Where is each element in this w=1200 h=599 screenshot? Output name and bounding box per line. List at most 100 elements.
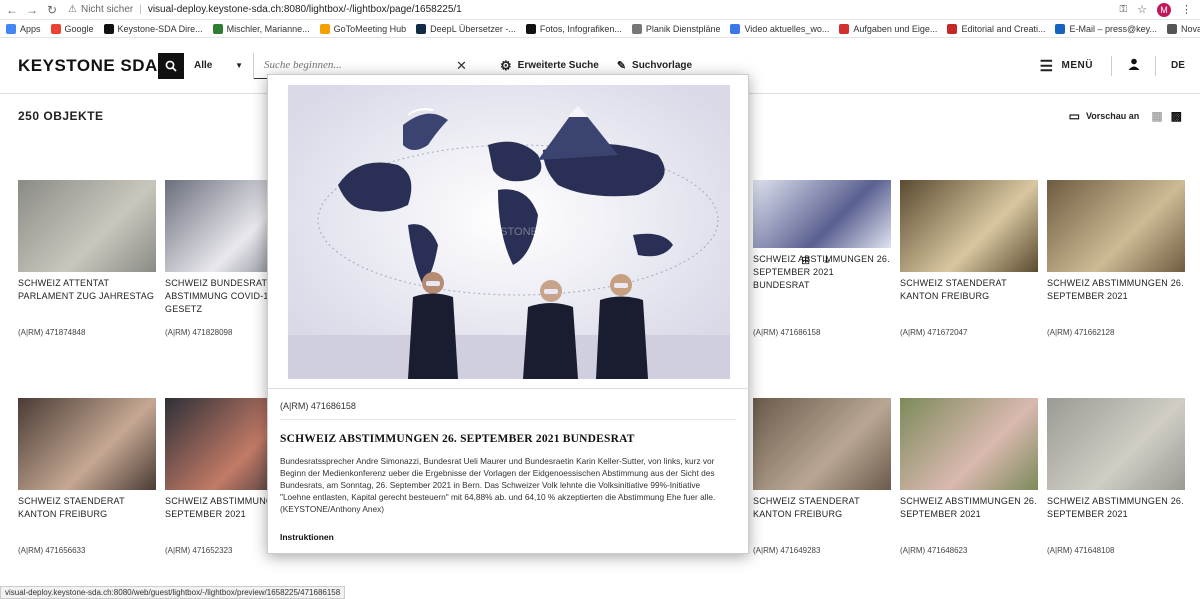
bookmark-item[interactable]: Video aktuelles_wo... xyxy=(730,23,830,34)
preview-image[interactable]: KEYSTONE xyxy=(288,85,730,379)
tile-title[interactable]: SCHWEIZ ABSTIMMUNGEN 26. SEPTEMBER 2021 xyxy=(1047,495,1185,535)
search-template-label: Suchvorlage xyxy=(632,60,693,71)
profile-avatar[interactable]: M xyxy=(1157,2,1171,17)
bookmark-icon xyxy=(1055,23,1066,34)
hamburger-icon: ☰ xyxy=(1039,57,1054,75)
bookmark-item[interactable]: Google xyxy=(50,23,94,34)
bookmark-label: DeepL Übersetzer -... xyxy=(430,23,516,34)
preview-toggle[interactable]: ▭ Vorschau an ▦ ▩ xyxy=(1069,109,1182,123)
download-icon[interactable]: ⤓ xyxy=(824,254,829,267)
bookmark-label: Mischler, Marianne... xyxy=(226,23,310,34)
grid-view-icon[interactable]: ▩ xyxy=(1171,109,1182,123)
thumbnail-image[interactable] xyxy=(18,398,156,490)
thumbnail-image[interactable] xyxy=(753,180,891,248)
image-tile[interactable]: SCHWEIZ ABSTIMMUNGEN 26. SEPTEMBER 2021 (… xyxy=(900,398,1038,555)
results-count: 250 OBJEKTE xyxy=(18,109,104,123)
tile-title[interactable]: SCHWEIZ STAENDERAT KANTON FREIBURG xyxy=(18,495,156,535)
list-view-icon[interactable]: ▦ xyxy=(1151,109,1162,123)
more-icon[interactable]: ⋮ xyxy=(1181,3,1192,16)
bookmark-item[interactable]: Mischler, Marianne... xyxy=(212,23,310,34)
preview-description: Bundesratssprecher Andre Simonazzi, Bund… xyxy=(280,456,716,514)
key-icon[interactable]: ⚿ xyxy=(1120,4,1128,15)
watermark-text: KEYSTONE xyxy=(478,226,538,238)
bookmark-label: Editorial and Creati... xyxy=(961,23,1046,34)
bookmark-icon xyxy=(6,23,16,34)
bookmark-item[interactable]: GoToMeeting Hub xyxy=(319,23,407,34)
thumbnail-image[interactable] xyxy=(753,398,891,490)
tile-id: (A|RM) 471686158 xyxy=(753,328,821,337)
bookmark-item[interactable]: DeepL Übersetzer -... xyxy=(416,23,516,34)
tile-id: (A|RM) 471649283 xyxy=(753,546,821,555)
bookmark-icon xyxy=(416,23,427,34)
tile-id: (A|RM) 471648108 xyxy=(1047,546,1115,555)
image-tile[interactable]: SCHWEIZ ABSTIMMUNGEN 26. SEPTEMBER 2021 (… xyxy=(1047,398,1185,555)
bookmark-label: Planik Dienstpläne xyxy=(645,23,721,34)
bookmark-item[interactable]: Aufgaben und Eige... xyxy=(839,23,937,34)
thumbnail-image[interactable] xyxy=(900,180,1038,272)
tile-id: (A|RM) 471662128 xyxy=(1047,328,1115,337)
browser-address-bar: ← → ↻ ⚠ Nicht sicher | visual-deploy.key… xyxy=(0,0,1200,20)
tile-id: (A|RM) 471652323 xyxy=(165,546,233,555)
bookmark-item[interactable]: E-Mail – press@key... xyxy=(1055,23,1157,34)
menu-label: MENÜ xyxy=(1061,60,1093,71)
tile-id: (A|RM) 471656633 xyxy=(18,546,86,555)
tile-title[interactable]: SCHWEIZ ATTENTAT PARLAMENT ZUG JAHRESTAG xyxy=(18,277,156,317)
bookmark-label: Apps xyxy=(20,23,41,34)
image-tile[interactable]: SCHWEIZ STAENDERAT KANTON FREIBURG (A|RM)… xyxy=(753,398,891,555)
thumbnail-image[interactable] xyxy=(1047,398,1185,490)
search-scope-select[interactable]: Alle ▼ xyxy=(184,52,254,79)
add-to-lightbox-icon[interactable]: ⊞ xyxy=(801,254,810,267)
image-tile[interactable]: SCHWEIZ ABSTIMMUNGEN 26. SEPTEMBER 2021 (… xyxy=(1047,180,1185,337)
preview-instructions[interactable]: Instruktionen xyxy=(280,532,334,542)
bookmark-label: E-Mail – press@key... xyxy=(1069,23,1157,34)
image-tile[interactable]: SCHWEIZ STAENDERAT KANTON FREIBURG (A|RM)… xyxy=(900,180,1038,337)
caret-down-icon: ▼ xyxy=(235,61,243,70)
search-icon[interactable] xyxy=(158,52,184,79)
preview-title: SCHWEIZ ABSTIMMUNGEN 26. SEPTEMBER 2021 … xyxy=(280,433,635,445)
back-icon[interactable]: ← xyxy=(4,3,20,17)
bookmark-item[interactable]: NovaTime xyxy=(1166,23,1200,34)
menu-button[interactable]: ☰ MENÜ xyxy=(1039,55,1112,76)
tile-id: (A|RM) 471874848 xyxy=(18,328,86,337)
bookmark-label: Video aktuelles_wo... xyxy=(744,23,830,34)
user-icon[interactable] xyxy=(1112,55,1156,76)
url-text[interactable]: visual-deploy.keystone-sda.ch:8080/light… xyxy=(148,4,462,15)
image-tile[interactable]: SCHWEIZ ATTENTAT PARLAMENT ZUG JAHRESTAG… xyxy=(18,180,156,337)
star-icon[interactable]: ☆ xyxy=(1137,3,1147,16)
image-tile[interactable]: SCHWEIZ STAENDERAT KANTON FREIBURG (A|RM)… xyxy=(18,398,156,555)
bookmark-item[interactable]: Apps xyxy=(6,23,41,34)
bookmark-icon xyxy=(212,23,223,34)
keystone-logo[interactable]: KEYSTONE SDA xyxy=(18,56,158,76)
bookmarks-bar: Apps Google Keystone-SDA Dire... Mischler, … xyxy=(0,20,1200,38)
bookmark-icon xyxy=(319,23,330,34)
thumbnail-image[interactable] xyxy=(900,398,1038,490)
gear-icon: ⚙ xyxy=(500,57,512,73)
bookmark-item[interactable]: Editorial and Creati... xyxy=(947,23,1046,34)
tile-title[interactable]: SCHWEIZ STAENDERAT KANTON FREIBURG xyxy=(753,495,891,535)
tile-title[interactable]: SCHWEIZ ABSTIMMUNGEN 26. SEPTEMBER 2021 xyxy=(900,495,1038,535)
url-separator: | xyxy=(139,4,142,15)
bookmark-icon xyxy=(50,23,61,34)
image-tile[interactable]: ⊞ ⤓ SCHWEIZ ABSTIMMUNGEN 26. SEPTEMBER 202… xyxy=(753,180,891,337)
thumbnail-image[interactable] xyxy=(1047,180,1185,272)
bookmark-label: Keystone-SDA Dire... xyxy=(117,23,203,34)
pin-icon: ✎ xyxy=(616,60,627,72)
bookmark-icon xyxy=(839,23,850,34)
reload-icon[interactable]: ↻ xyxy=(44,3,60,17)
tile-id: (A|RM) 471828098 xyxy=(165,328,233,337)
thumbnail-image[interactable] xyxy=(18,180,156,272)
advanced-search-button[interactable]: ⚙ Erweiterte Suche xyxy=(500,58,599,74)
tile-title[interactable]: SCHWEIZ STAENDERAT KANTON FREIBURG xyxy=(900,277,1038,317)
url-field[interactable]: ⚠ Nicht sicher | visual-deploy.keystone-… xyxy=(68,4,462,15)
bookmark-item[interactable]: Fotos, Infografiken... xyxy=(525,23,622,34)
bookmark-label: GoToMeeting Hub xyxy=(333,23,407,34)
language-switch[interactable]: DE xyxy=(1156,60,1200,71)
bookmark-icon xyxy=(947,23,958,34)
search-template-button[interactable]: ✎ Suchvorlage xyxy=(617,59,692,72)
warning-icon: ⚠ xyxy=(68,4,77,15)
tile-title[interactable]: SCHWEIZ ABSTIMMUNGEN 26. SEPTEMBER 2021 xyxy=(1047,277,1185,317)
forward-icon[interactable]: → xyxy=(24,3,40,17)
clear-search-icon[interactable]: ✕ xyxy=(456,58,472,74)
bookmark-item[interactable]: Keystone-SDA Dire... xyxy=(103,23,203,34)
bookmark-item[interactable]: Planik Dienstpläne xyxy=(631,23,721,34)
